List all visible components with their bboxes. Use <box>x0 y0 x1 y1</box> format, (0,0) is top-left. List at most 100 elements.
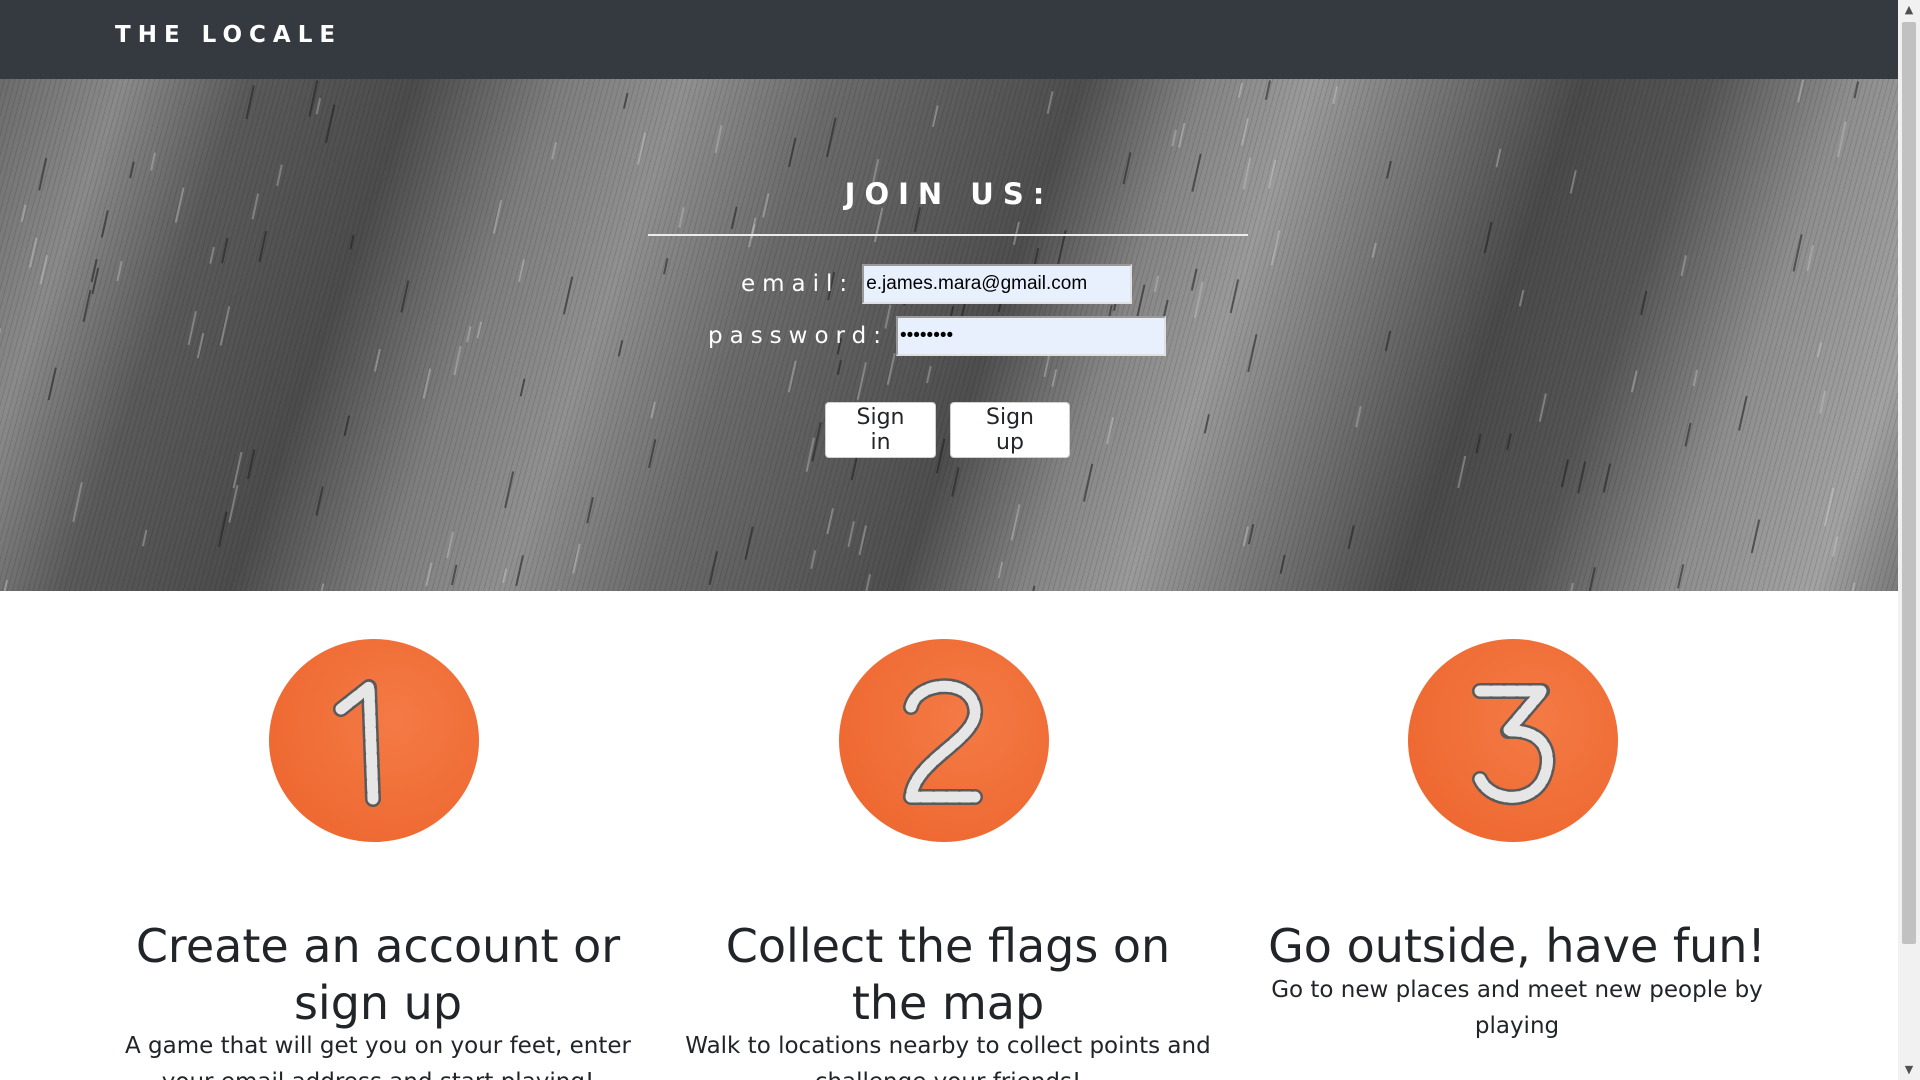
triangle-down-icon[interactable]: ▼ <box>1898 1060 1920 1080</box>
texture-tick <box>663 258 669 275</box>
page-scrollbar[interactable]: ▲ ▼ <box>1898 0 1920 1080</box>
texture-tick <box>446 531 454 559</box>
texture-tick <box>246 449 256 480</box>
texture-tick <box>650 401 656 419</box>
texture-tick <box>1106 417 1115 445</box>
texture-tick <box>1153 275 1160 293</box>
sign-up-button[interactable]: Sign up <box>950 402 1070 458</box>
texture-tick <box>232 451 243 489</box>
texture-tick <box>847 521 855 548</box>
texture-tick <box>1588 567 1596 591</box>
texture-tick <box>586 497 594 524</box>
navbar: THE LOCALE <box>0 0 1898 79</box>
password-row: password: <box>708 314 1166 358</box>
texture-tick <box>1247 334 1258 373</box>
texture-tick <box>873 207 884 243</box>
texture-tick <box>425 562 433 587</box>
texture-tick <box>315 486 324 516</box>
texture-tick <box>1602 463 1612 493</box>
texture-tick <box>714 125 723 154</box>
texture-tick <box>572 543 581 574</box>
texture-tick <box>373 348 381 372</box>
sign-in-button[interactable]: Sign in <box>825 402 936 458</box>
texture-tick <box>1560 459 1569 488</box>
password-input[interactable] <box>895 316 1166 356</box>
texture-tick <box>82 289 92 322</box>
texture-tick <box>1279 554 1286 574</box>
texture-tick <box>1384 330 1392 352</box>
step-3-text: Go to new places and meet new people by … <box>1271 977 1763 1039</box>
texture-tick <box>788 137 797 168</box>
texture-tick <box>315 97 322 115</box>
texture-tick <box>1816 342 1823 358</box>
step-3-title: Go outside, have fun! <box>1268 919 1766 974</box>
texture-tick <box>787 360 797 393</box>
scrollbar-thumb[interactable] <box>1902 22 1916 944</box>
texture-tick <box>557 590 560 591</box>
texture-tick <box>850 457 858 481</box>
texture-tick <box>228 484 239 523</box>
texture-tick <box>1518 289 1525 307</box>
texture-tick <box>1677 564 1685 589</box>
texture-tick <box>1640 290 1648 316</box>
texture-tick <box>1819 390 1827 414</box>
texture-tick <box>1692 369 1699 387</box>
texture-tick <box>217 511 228 547</box>
chain-number-2-icon <box>903 678 984 805</box>
texture-tick <box>245 85 255 120</box>
brand-logo-link[interactable]: THE LOCALE <box>115 22 342 48</box>
texture-tick <box>476 321 483 339</box>
triangle-up-icon[interactable]: ▲ <box>1898 0 1920 20</box>
texture-tick <box>1190 268 1198 291</box>
join-title: JOIN US: <box>844 177 1054 211</box>
email-label: email: <box>741 271 855 297</box>
email-input[interactable] <box>862 264 1133 304</box>
texture-tick <box>1680 255 1687 277</box>
texture-tick <box>1836 121 1847 158</box>
texture-tick <box>648 439 657 469</box>
texture-tick <box>708 551 718 586</box>
texture-tick <box>1750 519 1761 554</box>
texture-tick <box>1264 80 1272 100</box>
texture-tick <box>1577 461 1587 494</box>
texture-tick <box>1506 433 1512 451</box>
step-2-text: Walk to locations nearby to collect poin… <box>685 1033 1211 1080</box>
texture-tick <box>422 368 432 399</box>
texture-tick <box>1570 582 1574 591</box>
texture-tick <box>1457 455 1467 489</box>
texture-tick <box>1386 160 1392 179</box>
divider <box>648 234 1248 236</box>
texture-tick <box>1247 524 1255 545</box>
texture-tick <box>320 583 325 591</box>
texture-tick <box>150 152 157 171</box>
step-2-chain-number-image <box>839 639 1049 842</box>
texture-tick <box>951 467 960 497</box>
texture-tick <box>1832 536 1839 557</box>
texture-tick <box>116 260 123 282</box>
texture-tick <box>1347 525 1355 549</box>
texture-tick <box>504 471 515 509</box>
texture-tick <box>129 161 135 179</box>
texture-tick <box>1051 369 1058 387</box>
texture-tick <box>1824 487 1835 527</box>
texture-tick <box>1229 279 1240 314</box>
texture-tick <box>1483 221 1493 254</box>
texture-tick <box>47 367 57 401</box>
texture-tick <box>187 310 197 346</box>
texture-tick <box>1853 81 1860 99</box>
texture-tick <box>1270 230 1281 266</box>
texture-tick <box>349 234 355 250</box>
texture-tick <box>518 259 526 283</box>
texture-tick <box>1355 406 1362 428</box>
texture-tick <box>1240 117 1249 146</box>
texture-tick <box>623 92 629 109</box>
texture-tick <box>931 105 939 128</box>
texture-tick <box>1046 91 1054 114</box>
texture-tick <box>617 340 624 357</box>
texture-tick <box>856 362 867 400</box>
texture-tick <box>466 326 472 343</box>
texture-tick <box>825 117 837 158</box>
texture-tick <box>826 508 834 535</box>
texture-tick <box>519 378 526 397</box>
chain-number-3-icon <box>1472 683 1556 806</box>
